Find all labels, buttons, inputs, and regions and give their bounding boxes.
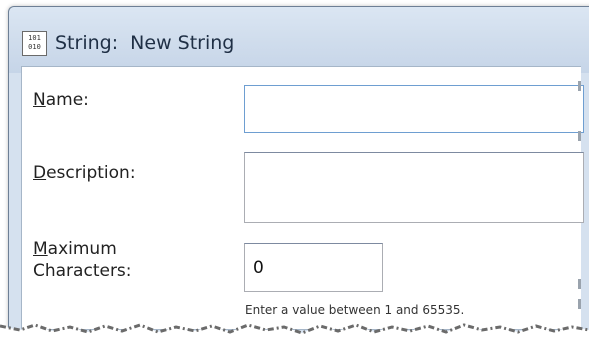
icon-glyph: 101 010	[28, 34, 41, 51]
name-field[interactable]	[244, 85, 584, 133]
max-chars-label-line2: Characters:	[33, 261, 132, 281]
clipped-edge-mark	[578, 81, 581, 91]
description-label-accelerator: D	[33, 163, 47, 183]
max-chars-label-text: aximum	[47, 239, 117, 259]
description-label-text: escription:	[46, 163, 136, 183]
max-chars-label-accelerator: M	[33, 239, 48, 259]
title-bar[interactable]: 101 010 String: New String	[9, 7, 589, 73]
window-title: String: New String	[55, 32, 235, 54]
name-label-text: ame:	[45, 90, 89, 110]
binary-string-icon: 101 010	[22, 31, 47, 56]
name-label-accelerator: N	[33, 90, 46, 110]
description-field[interactable]	[244, 152, 584, 223]
name-input[interactable]	[245, 86, 583, 132]
max-chars-hint: Enter a value between 1 and 65535.	[245, 303, 465, 317]
clipped-edge-mark	[578, 131, 581, 141]
description-input[interactable]	[245, 153, 583, 222]
max-chars-field[interactable]	[244, 243, 383, 292]
description-label: Description:	[33, 162, 136, 184]
max-chars-label: Maximum Characters:	[33, 238, 132, 282]
clipped-edge-mark	[578, 299, 581, 309]
dialog-client-area: Name: Description: Maximum Characters: E…	[21, 66, 584, 330]
max-chars-input[interactable]	[245, 244, 382, 291]
name-label: Name:	[33, 89, 89, 111]
clipped-edge-mark	[578, 279, 581, 289]
torn-edge-decoration	[0, 323, 589, 339]
